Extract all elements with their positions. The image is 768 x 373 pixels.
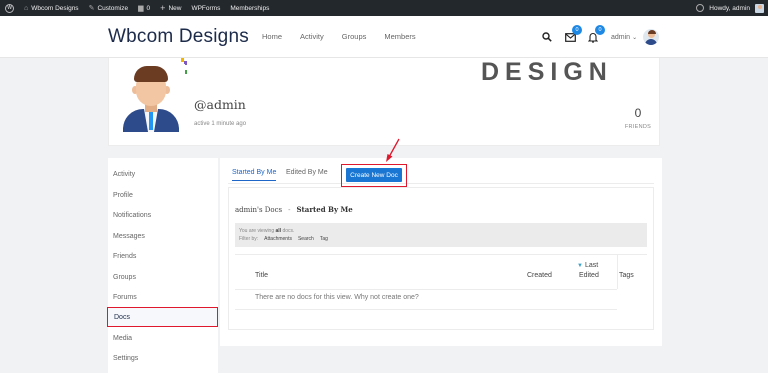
filter-bar: Filter by: Attachments Search Tag bbox=[239, 236, 334, 242]
new-content-menu[interactable]: + New bbox=[155, 0, 186, 16]
breadcrumb-separator: - bbox=[288, 206, 291, 214]
nav-home[interactable]: Home bbox=[262, 32, 282, 41]
messages-icon[interactable]: 0 bbox=[563, 25, 582, 44]
viewing-scope: all bbox=[275, 228, 282, 234]
column-last-edited[interactable]: ▼ Last bbox=[577, 262, 598, 269]
sidebar-item-profile[interactable]: Profile bbox=[108, 185, 218, 205]
bell-icon[interactable]: 0 bbox=[586, 25, 605, 44]
sidebar-item-settings[interactable]: Settings bbox=[108, 348, 218, 368]
table-header-border bbox=[235, 289, 617, 290]
site-header: Wbcom Designs Home Activity Groups Membe… bbox=[0, 16, 768, 58]
sidebar-item-groups[interactable]: Groups bbox=[108, 267, 218, 287]
site-name-menu[interactable]: ⌂ Wbcom Designs bbox=[19, 0, 84, 16]
table-top-border bbox=[235, 254, 647, 255]
howdy-label: Howdy, admin bbox=[709, 4, 750, 12]
column-edited-label: Edited bbox=[579, 272, 599, 279]
brush-icon: ✎ bbox=[88, 5, 95, 12]
wp-admin-bar: ⌂Wbcom Designs ✎Customize ▆0 +New WPForm… bbox=[0, 0, 768, 16]
new-label: New bbox=[168, 4, 182, 12]
cover-image-text: DESIGN bbox=[481, 58, 613, 86]
comment-icon: ▆ bbox=[138, 5, 144, 12]
filter-search[interactable]: Search bbox=[298, 236, 314, 242]
user-avatar[interactable] bbox=[643, 29, 660, 45]
sidebar-item-friends[interactable]: Friends bbox=[108, 246, 218, 266]
nav-activity[interactable]: Activity bbox=[300, 32, 324, 41]
home-icon: ⌂ bbox=[24, 4, 29, 12]
friends-label: FRIENDS bbox=[624, 124, 652, 130]
viewing-text: You are viewing all docs. bbox=[239, 228, 294, 234]
profile-nav-sidebar: Activity Profile Notifications Messages … bbox=[107, 158, 218, 373]
profile-avatar[interactable] bbox=[117, 64, 185, 132]
sidebar-item-notifications[interactable]: Notifications bbox=[108, 205, 218, 225]
table-bottom-border bbox=[235, 309, 617, 310]
site-brand[interactable]: Wbcom Designs bbox=[108, 26, 249, 48]
memberships-label: Memberships bbox=[230, 4, 270, 12]
breadcrumb: admin's Docs - Started By Me bbox=[235, 205, 353, 214]
column-tags: Tags bbox=[619, 272, 634, 279]
last-active: active 1 minute ago bbox=[194, 121, 247, 127]
sidebar-item-media[interactable]: Media bbox=[108, 328, 218, 348]
wpforms-menu[interactable]: WPForms bbox=[186, 0, 225, 16]
empty-docs-message: There are no docs for this view. Why not… bbox=[255, 294, 419, 301]
admin-bar-avatar[interactable] bbox=[755, 3, 764, 13]
site-name-label: Wbcom Designs bbox=[31, 4, 79, 12]
notification-icon[interactable] bbox=[696, 4, 705, 12]
viewing-suffix: docs. bbox=[282, 228, 295, 234]
directory-info: You are viewing all docs. Filter by: Att… bbox=[235, 223, 647, 247]
header-actions: 0 0 admin ⌄ bbox=[540, 25, 660, 46]
breadcrumb-root[interactable]: admin's Docs bbox=[235, 206, 282, 214]
main-nav: Home Activity Groups Members bbox=[262, 32, 434, 41]
filter-tag[interactable]: Tag bbox=[320, 236, 328, 242]
plus-icon: + bbox=[160, 3, 166, 13]
tab-started-by-me[interactable]: Started By Me bbox=[232, 169, 277, 181]
search-icon[interactable] bbox=[540, 30, 554, 44]
customize-menu[interactable]: ✎ Customize bbox=[84, 0, 134, 16]
notifications-badge: 0 bbox=[595, 25, 605, 35]
sidebar-item-docs[interactable]: Docs bbox=[107, 307, 218, 327]
wp-logo-menu[interactable] bbox=[0, 0, 19, 16]
my-account-menu[interactable]: Howdy, admin bbox=[707, 0, 752, 16]
create-new-doc-button[interactable]: Create New Doc bbox=[346, 168, 402, 182]
sort-desc-icon: ▼ bbox=[577, 263, 583, 269]
sidebar-item-forums[interactable]: Forums bbox=[108, 287, 218, 307]
comments-count: 0 bbox=[146, 4, 151, 12]
filter-label: Filter by: bbox=[239, 236, 259, 242]
docs-tabs: Started By Me Edited By Me Create New Do… bbox=[228, 162, 654, 187]
filter-attachments[interactable]: Attachments bbox=[264, 236, 292, 242]
docs-panel: Started By Me Edited By Me Create New Do… bbox=[220, 158, 662, 346]
friends-count[interactable]: 0 bbox=[624, 106, 652, 120]
comments-menu[interactable]: ▆ 0 bbox=[133, 0, 155, 16]
column-last-label: Last bbox=[584, 262, 599, 269]
annotation-arrow-icon bbox=[386, 138, 400, 162]
profile-header: DESIGN @admin active 1 minute ago 0 FRIE… bbox=[108, 58, 660, 146]
wordpress-icon bbox=[5, 3, 14, 13]
nav-members[interactable]: Members bbox=[384, 32, 415, 41]
column-divider bbox=[617, 254, 618, 289]
breadcrumb-current: Started By Me bbox=[296, 205, 353, 214]
tab-edited-by-me[interactable]: Edited By Me bbox=[286, 169, 328, 176]
docs-directory: admin's Docs - Started By Me You are viewi… bbox=[228, 187, 654, 330]
messages-badge: 0 bbox=[572, 25, 582, 35]
wpforms-label: WPForms bbox=[191, 4, 221, 12]
nav-groups[interactable]: Groups bbox=[342, 32, 367, 41]
viewing-prefix: You are viewing bbox=[239, 228, 275, 234]
user-name: admin bbox=[611, 33, 631, 41]
profile-handle: @admin bbox=[194, 97, 246, 112]
memberships-menu[interactable]: Memberships bbox=[225, 0, 274, 16]
user-menu[interactable]: admin ⌄ bbox=[611, 29, 660, 45]
column-created[interactable]: Created bbox=[527, 272, 552, 279]
column-title[interactable]: Title bbox=[255, 272, 268, 279]
chevron-down-icon: ⌄ bbox=[632, 34, 638, 41]
sidebar-item-activity[interactable]: Activity bbox=[108, 164, 218, 184]
customize-label: Customize bbox=[97, 4, 129, 12]
sidebar-item-messages[interactable]: Messages bbox=[108, 226, 218, 246]
